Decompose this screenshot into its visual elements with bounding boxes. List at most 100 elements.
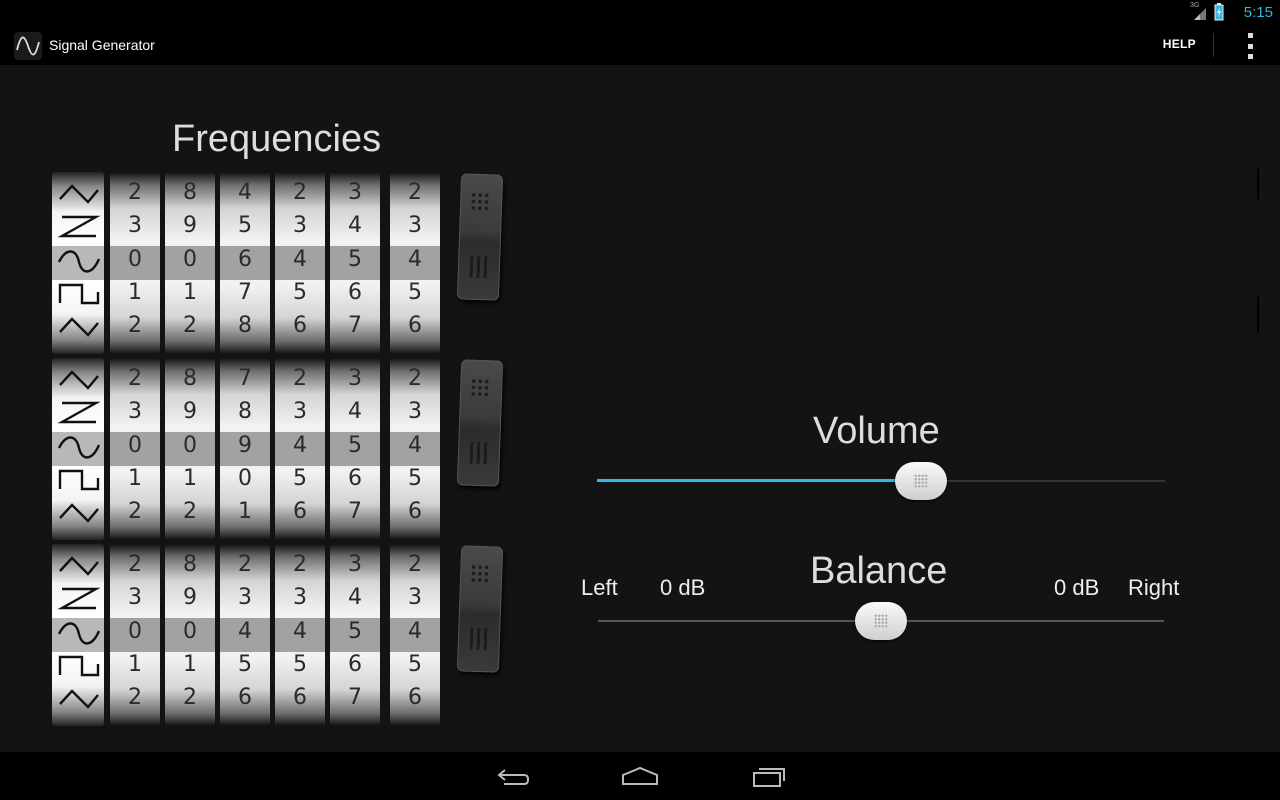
digit: 3 bbox=[408, 213, 422, 238]
digit: 0 bbox=[183, 247, 197, 272]
digit-wheel[interactable]: 3 4 5 6 7 bbox=[330, 544, 380, 726]
volume-track-fill bbox=[597, 479, 921, 482]
square-wave-icon bbox=[58, 655, 100, 677]
digit: 2 bbox=[183, 499, 197, 524]
triangle-wave-icon bbox=[59, 556, 99, 576]
digit: 4 bbox=[348, 399, 362, 424]
digit: 1 bbox=[128, 280, 142, 305]
channel-toggle-switch[interactable] bbox=[456, 173, 504, 301]
waveform-selector[interactable] bbox=[52, 172, 104, 354]
battery-icon bbox=[1214, 3, 1224, 21]
triangle-wave-icon bbox=[59, 503, 99, 523]
balance-left-label: Left bbox=[581, 575, 618, 600]
volume-slider-thumb[interactable] bbox=[894, 462, 947, 500]
sine-wave-icon bbox=[57, 622, 101, 645]
digit: 3 bbox=[128, 399, 142, 424]
digit: 4 bbox=[293, 433, 307, 458]
digit-wheel[interactable]: 8 9 0 1 2 bbox=[165, 358, 215, 540]
digit: 7 bbox=[348, 313, 362, 338]
frequencies-title: Frequencies bbox=[172, 118, 382, 160]
digit: 3 bbox=[293, 213, 307, 238]
sine-wave-app-icon[interactable] bbox=[14, 32, 42, 60]
home-icon[interactable] bbox=[620, 762, 660, 790]
digit-wheel[interactable]: 7 8 9 0 1 bbox=[220, 358, 270, 540]
balance-left-db: 0 dB bbox=[660, 575, 706, 600]
digit: 4 bbox=[408, 433, 422, 458]
grip-dots-icon bbox=[469, 377, 491, 399]
digit-wheel[interactable]: 8 9 0 1 2 bbox=[165, 172, 215, 354]
channel-toggle-switch[interactable] bbox=[456, 359, 504, 487]
digit: 4 bbox=[238, 180, 252, 205]
digit: 6 bbox=[293, 499, 307, 524]
digit-wheel[interactable]: 2 3 4 5 6 bbox=[220, 544, 270, 726]
digit: 6 bbox=[348, 466, 362, 491]
digit: 5 bbox=[293, 280, 307, 305]
waveform-selector[interactable] bbox=[52, 358, 104, 540]
balance-slider-thumb[interactable] bbox=[855, 602, 907, 640]
network-type-icon: 3G bbox=[1190, 2, 1208, 20]
digit: 5 bbox=[293, 466, 307, 491]
sawtooth-wave-icon bbox=[57, 401, 101, 424]
screen-smear bbox=[1257, 169, 1259, 199]
overflow-menu-icon[interactable] bbox=[1246, 33, 1254, 59]
waveform-selector[interactable] bbox=[52, 544, 104, 726]
digit-wheel[interactable]: 2 3 4 5 6 bbox=[390, 544, 440, 726]
digit: 2 bbox=[408, 366, 422, 391]
digit-wheel[interactable]: 3 4 5 6 7 bbox=[330, 172, 380, 354]
digit: 8 bbox=[183, 180, 197, 205]
digit: 0 bbox=[128, 619, 142, 644]
digit: 9 bbox=[183, 399, 197, 424]
digit: 0 bbox=[128, 247, 142, 272]
channel-toggle-switch[interactable] bbox=[456, 545, 504, 673]
digit-wheel[interactable]: 3 4 5 6 7 bbox=[330, 358, 380, 540]
digit: 1 bbox=[183, 466, 197, 491]
digit-wheel[interactable]: 4 5 6 7 8 bbox=[220, 172, 270, 354]
digit: 4 bbox=[348, 585, 362, 610]
digit: 6 bbox=[348, 652, 362, 677]
digit-wheel[interactable]: 2 3 0 1 2 bbox=[110, 172, 160, 354]
help-button[interactable]: HELP bbox=[1163, 37, 1196, 51]
digit: 0 bbox=[128, 433, 142, 458]
digit: 9 bbox=[183, 585, 197, 610]
digit: 2 bbox=[293, 180, 307, 205]
digit: 5 bbox=[408, 280, 422, 305]
digit-wheel[interactable]: 2 3 4 5 6 bbox=[275, 172, 325, 354]
digit: 3 bbox=[238, 585, 252, 610]
digit-wheel[interactable]: 2 3 4 5 6 bbox=[390, 358, 440, 540]
digit: 6 bbox=[238, 247, 252, 272]
digit: 6 bbox=[348, 280, 362, 305]
back-icon[interactable] bbox=[492, 762, 532, 790]
triangle-wave-icon bbox=[59, 689, 99, 709]
balance-right-db: 0 dB bbox=[1054, 575, 1100, 600]
digit: 2 bbox=[408, 180, 422, 205]
digit-wheel[interactable]: 2 3 0 1 2 bbox=[110, 358, 160, 540]
triangle-wave-icon bbox=[59, 370, 99, 390]
digit: 3 bbox=[348, 552, 362, 577]
digit: 4 bbox=[408, 247, 422, 272]
recent-apps-icon[interactable] bbox=[749, 762, 789, 790]
digit: 7 bbox=[348, 685, 362, 710]
digit: 0 bbox=[183, 619, 197, 644]
action-bar-divider bbox=[1213, 33, 1214, 57]
balance-right-label: Right bbox=[1128, 575, 1180, 600]
screen-smear bbox=[1257, 297, 1259, 333]
digit: 2 bbox=[128, 180, 142, 205]
digit-wheel[interactable]: 2 3 4 5 6 bbox=[275, 358, 325, 540]
digit: 2 bbox=[128, 499, 142, 524]
digit-wheel[interactable]: 2 3 4 5 6 bbox=[275, 544, 325, 726]
app-title: Signal Generator bbox=[49, 37, 155, 53]
square-wave-icon bbox=[58, 469, 100, 491]
square-wave-icon bbox=[58, 283, 100, 305]
digit: 2 bbox=[128, 685, 142, 710]
digit-wheel[interactable]: 8 9 0 1 2 bbox=[165, 544, 215, 726]
digit: 1 bbox=[183, 280, 197, 305]
digit: 1 bbox=[128, 652, 142, 677]
digit: 5 bbox=[348, 433, 362, 458]
status-bar: 3G 5:15 bbox=[0, 0, 1280, 25]
digit-wheel[interactable]: 2 3 0 1 2 bbox=[110, 544, 160, 726]
digit: 3 bbox=[408, 585, 422, 610]
digit: 4 bbox=[238, 619, 252, 644]
digit-wheel[interactable]: 2 3 4 5 6 bbox=[390, 172, 440, 354]
frequency-bank: 2 3 0 1 2 8 9 0 1 2 2 3 4 5 6 2 3 4 5 6 3 4 5 6 7 2 3 4 5 6 bbox=[49, 544, 504, 726]
digit: 4 bbox=[408, 619, 422, 644]
